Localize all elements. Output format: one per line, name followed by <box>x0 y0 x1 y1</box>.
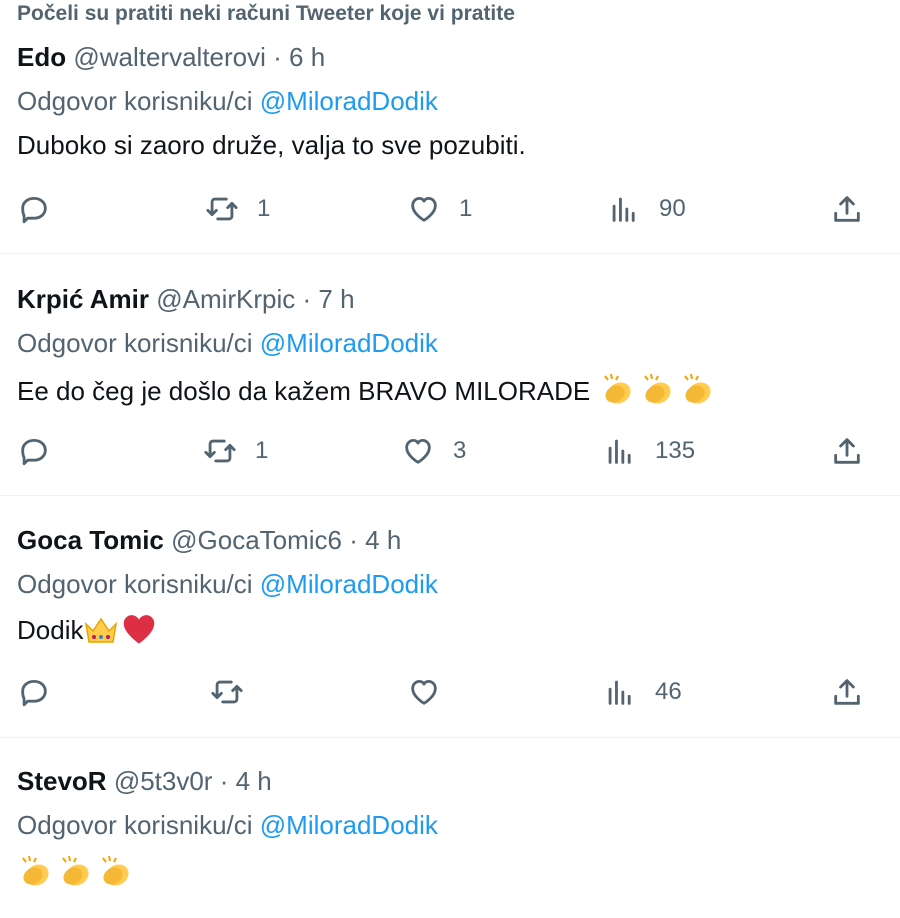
clap-emoji <box>22 855 49 886</box>
views-icon <box>608 680 631 705</box>
like-icon <box>411 679 437 705</box>
tweet-actions: 1 1 90 <box>0 192 900 232</box>
retweet-count: 1 <box>257 195 271 222</box>
separator-dot: · <box>302 284 312 314</box>
reply-button[interactable] <box>17 192 51 226</box>
views-icon <box>612 197 635 222</box>
reply-context: Odgovor korisniku/ci @MiloradDodik <box>17 810 438 841</box>
tweet-header: Goca Tomic @GocaTomic6 · 4 h <box>17 525 401 556</box>
reply-icon <box>21 679 47 707</box>
author-name[interactable]: Krpić Amir <box>17 284 149 314</box>
like-button[interactable]: 1 <box>407 192 472 226</box>
views-count: 46 <box>655 678 682 705</box>
author-handle[interactable]: @AmirKrpic <box>156 284 295 314</box>
follow-context-banner: Počeli su pratiti neki računi Tweeter ko… <box>17 2 515 25</box>
author-handle[interactable]: @GocaTomic6 <box>171 525 342 555</box>
reply-icon <box>21 438 47 466</box>
views-button[interactable]: 90 <box>607 192 686 226</box>
share-button[interactable] <box>830 192 864 226</box>
retweet-button[interactable]: 1 <box>203 434 268 468</box>
retweet-button[interactable]: 1 <box>205 192 270 226</box>
tweet-header: Krpić Amir @AmirKrpic · 7 h <box>17 284 355 315</box>
mention-link[interactable]: @MiloradDodik <box>260 810 438 840</box>
tweet-divider <box>0 737 900 738</box>
tweet-actions: 1 3 135 <box>0 434 900 474</box>
tweet-divider <box>0 495 900 496</box>
share-button[interactable] <box>830 434 864 468</box>
tweet-time[interactable]: 4 h <box>236 766 272 796</box>
reply-prefix: Odgovor korisniku/ci <box>17 810 253 840</box>
like-icon <box>411 196 437 222</box>
tweet-text: Duboko si zaoro druže, valja to sve pozu… <box>17 130 526 160</box>
like-count: 3 <box>453 437 467 464</box>
reply-icon <box>21 196 47 224</box>
like-button[interactable]: 3 <box>401 434 466 468</box>
tweet-3[interactable]: Goca Tomic @GocaTomic6 · 4 h Odgovor kor… <box>0 525 900 735</box>
tweet-header: Edo @waltervalterovi · 6 h <box>17 42 325 73</box>
tweet-actions: 46 <box>0 675 900 715</box>
clap-emoji <box>102 855 129 886</box>
mention-link[interactable]: @MiloradDodik <box>260 86 438 116</box>
views-button[interactable]: 46 <box>603 675 682 709</box>
author-name[interactable]: Edo <box>17 42 66 72</box>
views-count: 135 <box>655 437 696 464</box>
reply-prefix: Odgovor korisniku/ci <box>17 569 253 599</box>
share-button[interactable] <box>830 675 864 709</box>
retweet-count: 1 <box>255 437 269 464</box>
separator-dot: · <box>273 42 282 72</box>
tweet-time[interactable]: 6 h <box>289 42 325 72</box>
author-handle[interactable]: @waltervalterovi <box>73 42 266 72</box>
clap-emoji <box>62 855 89 886</box>
tweet-text: Dodik <box>17 615 84 645</box>
clap-emoji <box>644 373 671 404</box>
tweet-text-row <box>17 854 135 889</box>
retweet-icon <box>204 439 236 463</box>
mention-link[interactable]: @MiloradDodik <box>260 328 438 358</box>
share-icon <box>834 679 860 705</box>
author-handle[interactable]: @5t3v0r <box>114 766 213 796</box>
reply-context: Odgovor korisniku/ci @MiloradDodik <box>17 86 438 117</box>
reply-context: Odgovor korisniku/ci @MiloradDodik <box>17 569 438 600</box>
tweet-2[interactable]: Krpić Amir @AmirKrpic · 7 h Odgovor kori… <box>0 284 900 494</box>
tweet-divider <box>0 253 900 254</box>
crown-emoji <box>85 617 118 643</box>
views-icon <box>608 439 631 464</box>
views-count: 90 <box>659 195 686 222</box>
like-button[interactable] <box>407 675 441 709</box>
reply-prefix: Odgovor korisniku/ci <box>17 86 253 116</box>
tweet-time[interactable]: 4 h <box>365 525 401 555</box>
clap-emoji <box>604 373 631 404</box>
tweet-1[interactable]: Edo @waltervalterovi · 6 h Odgovor koris… <box>0 42 900 252</box>
retweet-icon <box>211 680 243 704</box>
retweet-button[interactable] <box>210 675 244 709</box>
retweet-icon <box>206 197 238 221</box>
tweet-time[interactable]: 7 h <box>318 284 354 314</box>
like-count: 1 <box>459 195 473 222</box>
separator-dot: · <box>349 525 358 555</box>
share-icon <box>834 196 860 222</box>
author-name[interactable]: Goca Tomic <box>17 525 164 555</box>
red-heart-emoji <box>124 615 155 644</box>
mention-link[interactable]: @MiloradDodik <box>260 569 438 599</box>
views-button[interactable]: 135 <box>603 434 695 468</box>
tweet-text-row: Dodik <box>17 613 157 646</box>
tweet-text: Ee do čeg je došlo da kažem BRAVO MILORA… <box>17 376 591 406</box>
separator-dot: · <box>219 766 229 796</box>
share-icon <box>834 438 860 464</box>
reply-button[interactable] <box>17 434 51 468</box>
tweet-header: StevoR @5t3v0r · 4 h <box>17 766 272 797</box>
tweet-4[interactable]: StevoR @5t3v0r · 4 h Odgovor korisniku/c… <box>0 766 900 918</box>
like-icon <box>405 438 431 464</box>
author-name[interactable]: StevoR <box>17 766 107 796</box>
clap-emoji-group <box>597 373 717 406</box>
clap-emoji <box>684 373 711 404</box>
reply-button[interactable] <box>17 675 51 709</box>
reply-context: Odgovor korisniku/ci @MiloradDodik <box>17 328 438 359</box>
tweet-text-row: Ee do čeg je došlo da kažem BRAVO MILORA… <box>17 372 717 407</box>
reply-prefix: Odgovor korisniku/ci <box>17 328 253 358</box>
